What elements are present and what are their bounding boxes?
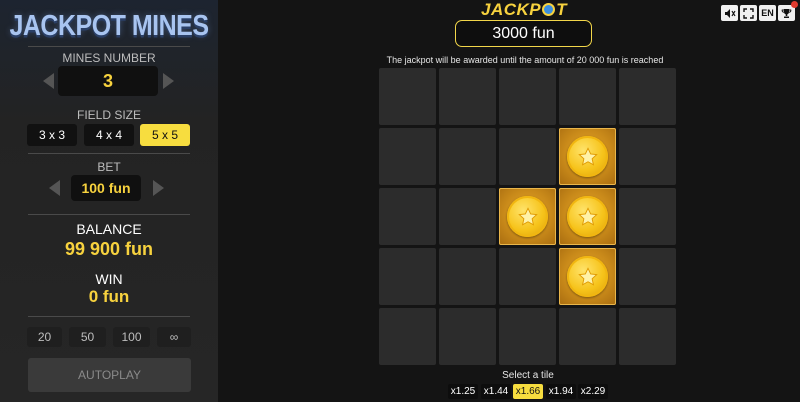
hidden-tile[interactable] [559,68,616,125]
jackpot-amount: 3000 fun [455,20,592,47]
field-size-5x5-button[interactable]: 5 x 5 [140,124,190,146]
bet-value: 100 fun [71,175,141,201]
balance-value: 99 900 fun [64,239,154,259]
hidden-tile[interactable] [379,248,436,305]
star-coin-icon [567,136,608,177]
hidden-tile[interactable] [379,128,436,185]
hidden-tile[interactable] [619,308,676,365]
game-logo: JACKPOT MINES [9,9,209,43]
bet-label: BET [97,160,121,174]
win-label: WIN [95,271,123,287]
divider [28,46,190,47]
notification-badge [791,1,798,8]
multiplier-step: x1.94 [546,384,576,399]
divider [28,153,190,154]
revealed-tile [559,188,616,245]
jackpot-title: JACKP T [480,0,567,19]
hidden-tile[interactable] [439,248,496,305]
mines-decrease-arrow-icon[interactable] [43,73,54,89]
trophy-icon[interactable] [778,1,798,21]
hidden-tile[interactable] [559,308,616,365]
mines-increase-arrow-icon[interactable] [163,73,174,89]
hidden-tile[interactable] [439,308,496,365]
field-size-3x3-button[interactable]: 3 x 3 [27,124,77,146]
quick-bet-100-button[interactable]: 100 [113,327,150,347]
hidden-tile[interactable] [439,188,496,245]
hidden-tile[interactable] [619,68,676,125]
star-coin-icon [567,196,608,237]
quick-bet-50-button[interactable]: 50 [69,327,106,347]
revealed-tile [499,188,556,245]
hidden-tile[interactable] [499,68,556,125]
multiplier-step-current: x1.66 [513,384,543,399]
mines-field [379,68,677,366]
divider [28,316,190,317]
hidden-tile[interactable] [439,128,496,185]
quick-bet-infinity-button[interactable]: ∞ [157,327,191,347]
language-button[interactable]: EN [759,5,776,21]
mines-number-label: MINES NUMBER [62,51,156,65]
star-coin-icon [507,196,548,237]
revealed-tile [559,248,616,305]
hidden-tile[interactable] [619,188,676,245]
multiplier-step: x2.29 [578,384,608,399]
multiplier-step: x1.44 [481,384,511,399]
revealed-tile [559,128,616,185]
multiplier-step: x1.25 [448,384,478,399]
sound-icon[interactable] [721,5,738,21]
left-panel: JACKPOT MINES MINES NUMBER 3 FIELD SIZE … [0,0,218,402]
select-tile-prompt: Select a tile [502,370,554,381]
hidden-tile[interactable] [439,68,496,125]
hidden-tile[interactable] [619,248,676,305]
mines-number-value: 3 [58,66,158,96]
hidden-tile[interactable] [379,188,436,245]
hidden-tile[interactable] [619,128,676,185]
balance-label: BALANCE [76,221,142,237]
star-coin-icon [567,256,608,297]
hidden-tile[interactable] [379,308,436,365]
hidden-tile[interactable] [499,308,556,365]
hidden-tile[interactable] [499,128,556,185]
field-size-label: FIELD SIZE [76,108,141,122]
hidden-tile[interactable] [499,248,556,305]
win-value: 0 fun [88,287,130,306]
hidden-tile[interactable] [379,68,436,125]
autoplay-button[interactable]: AUTOPLAY [28,358,191,392]
bet-decrease-arrow-icon[interactable] [49,180,60,196]
jackpot-coin-icon [542,3,556,16]
fullscreen-icon[interactable] [740,5,757,21]
bet-increase-arrow-icon[interactable] [153,180,164,196]
divider [28,214,190,215]
field-size-4x4-button[interactable]: 4 x 4 [84,124,134,146]
jackpot-note: The jackpot will be awarded until the am… [386,55,664,65]
quick-bet-20-button[interactable]: 20 [27,327,62,347]
